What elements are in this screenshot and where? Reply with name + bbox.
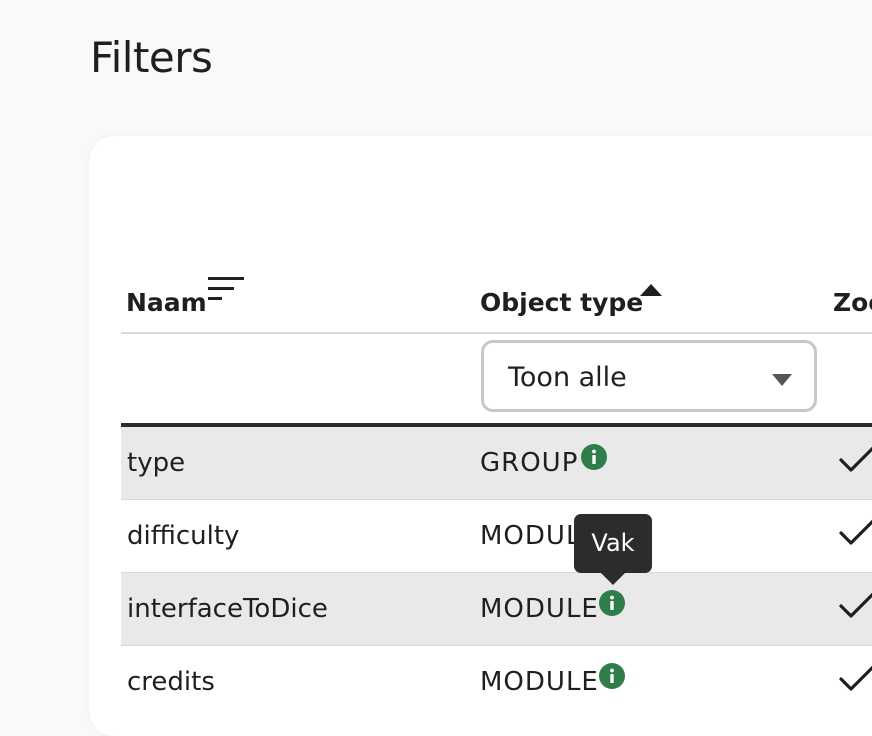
check-icon <box>839 446 872 472</box>
row-object-type: MODULE <box>480 594 599 624</box>
info-tooltip: Vak <box>574 514 652 573</box>
sort-lines-icon[interactable] <box>207 276 245 302</box>
check-icon <box>839 665 872 691</box>
check-icon <box>839 519 872 545</box>
info-icon[interactable] <box>581 444 607 470</box>
row-name: credits <box>127 667 215 697</box>
row-object-type: GROUP <box>480 448 579 478</box>
table-header-row: Naam Object type Zoe <box>121 262 872 334</box>
caret-down-icon <box>772 374 792 386</box>
check-icon <box>839 592 872 618</box>
row-object-type: MODULE <box>480 667 599 697</box>
info-icon[interactable] <box>599 590 625 616</box>
row-name: difficulty <box>127 521 240 551</box>
column-header-zoe[interactable]: Zoe <box>833 286 872 320</box>
table-row[interactable]: difficulty MODULE <box>121 500 872 573</box>
table-filter-row: Toon alle <box>121 334 872 427</box>
table-row[interactable]: type GROUP <box>121 427 872 500</box>
table-row[interactable]: credits MODULE <box>121 646 872 718</box>
page-title: Filters <box>90 33 213 82</box>
row-name: interfaceToDice <box>127 594 328 624</box>
table-row[interactable]: interfaceToDice MODULE <box>121 573 872 646</box>
info-icon[interactable] <box>599 663 625 689</box>
object-type-filter-select[interactable]: Toon alle <box>481 340 817 412</box>
sort-ascending-icon[interactable] <box>640 284 662 296</box>
tooltip-arrow <box>601 573 625 585</box>
column-header-naam[interactable]: Naam <box>126 286 207 320</box>
column-header-object-type[interactable]: Object type <box>480 286 643 320</box>
row-name: type <box>127 448 186 478</box>
object-type-filter-value: Toon alle <box>508 362 627 393</box>
